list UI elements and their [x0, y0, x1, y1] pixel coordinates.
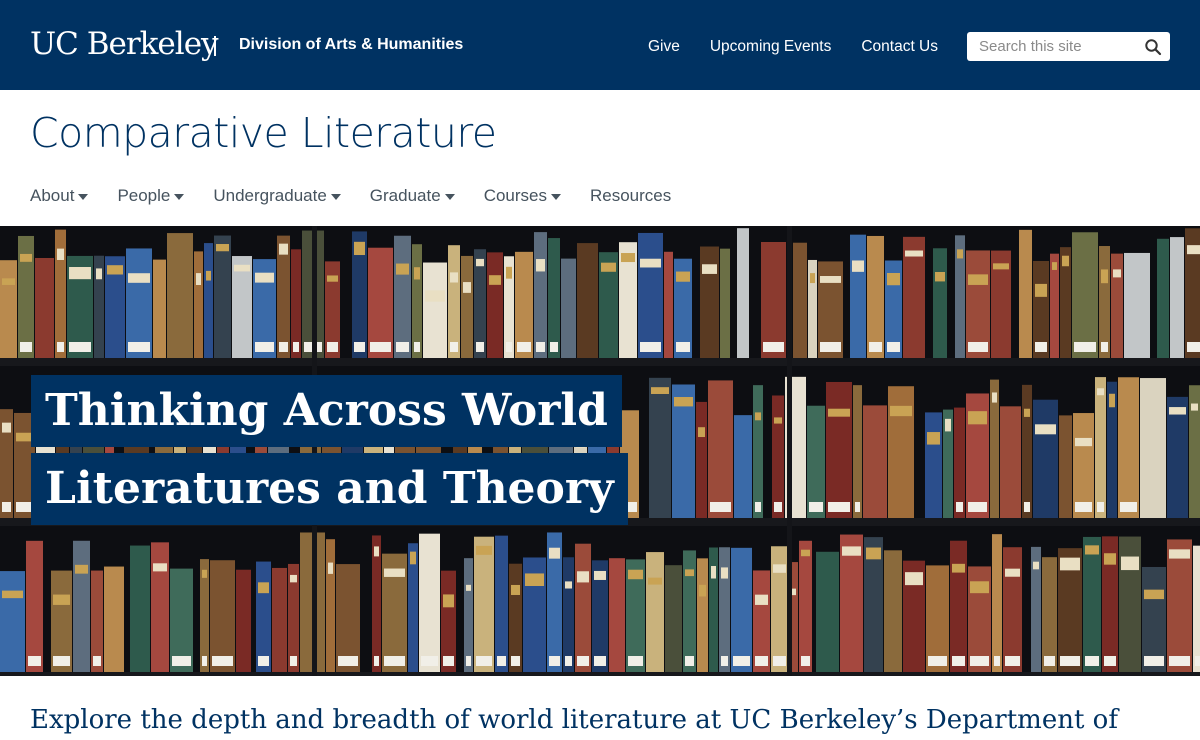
caret-down-icon [330, 194, 341, 200]
intro-text: Explore the depth and breadth of world l… [30, 705, 1118, 735]
uc-berkeley-logo[interactable]: UC Berkeley [30, 24, 219, 64]
division-link[interactable]: Division of Arts & Humanities [239, 34, 463, 56]
utility-nav: Give Upcoming Events Contact Us [648, 37, 938, 57]
nav-undergraduate[interactable]: Undergraduate [213, 185, 341, 207]
caret-down-icon [551, 194, 561, 200]
search-icon[interactable] [1144, 38, 1162, 56]
nav-about[interactable]: About [30, 185, 89, 207]
caret-down-icon [174, 194, 185, 200]
nav-people[interactable]: People [117, 185, 185, 207]
nav-courses-label: Courses [483, 186, 547, 205]
nav-resources-label: Resources [590, 186, 672, 205]
nav-people-label: People [117, 186, 171, 205]
caret-down-icon [78, 194, 89, 200]
give-link[interactable]: Give [648, 37, 680, 57]
site-title[interactable]: Comparative Literature [30, 106, 497, 160]
main-nav: About People Undergraduate Graduate Cour… [30, 185, 671, 207]
hero-banner: Thinking Across World Literatures and Th… [0, 226, 1200, 676]
hero-heading: Thinking Across World Literatures and Th… [31, 375, 628, 531]
nav-about-label: About [30, 186, 75, 205]
search-input[interactable] [967, 32, 1132, 61]
nav-graduate[interactable]: Graduate [370, 185, 455, 207]
search-box [967, 32, 1170, 61]
nav-courses[interactable]: Courses [484, 185, 561, 207]
upcoming-events-link[interactable]: Upcoming Events [710, 37, 831, 57]
nav-resources[interactable]: Resources [590, 185, 671, 207]
hero-heading-line-1: Thinking Across World [31, 375, 622, 447]
nav-undergraduate-label: Undergraduate [213, 186, 327, 205]
hero-heading-line-2: Literatures and Theory [31, 453, 628, 525]
caret-down-icon [444, 194, 455, 200]
contact-us-link[interactable]: Contact Us [861, 37, 938, 57]
logo-divider [214, 36, 216, 56]
nav-graduate-label: Graduate [369, 186, 441, 205]
top-bar: UC Berkeley Division of Arts & Humanitie… [0, 0, 1200, 90]
